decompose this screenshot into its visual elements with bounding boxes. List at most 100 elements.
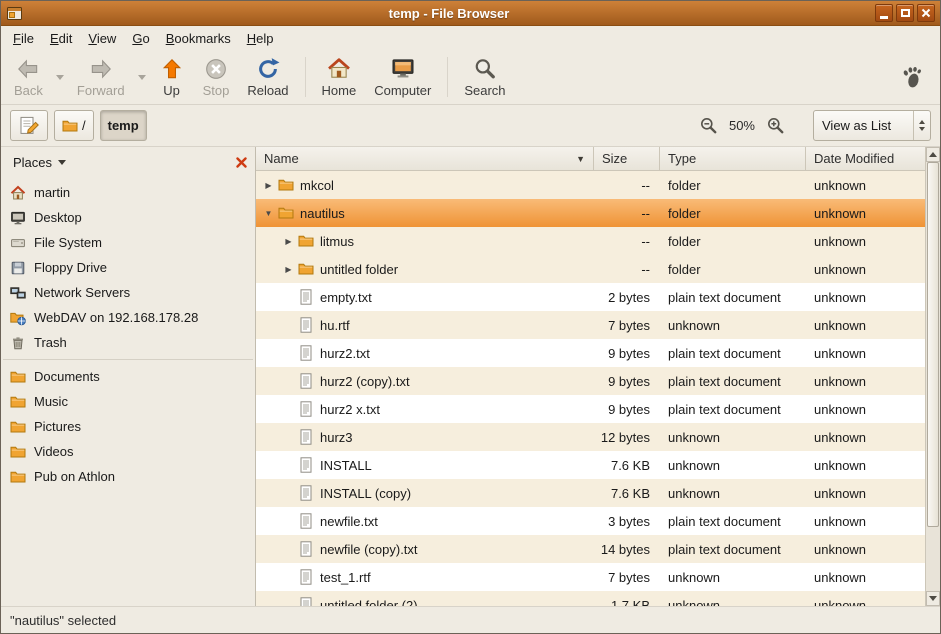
reload-button[interactable]: Reload	[238, 54, 297, 100]
scrollbar-track[interactable]	[926, 162, 940, 591]
vertical-scrollbar[interactable]	[925, 147, 940, 606]
sidebar-item-trash[interactable]: Trash	[1, 330, 255, 355]
file-row-hurz2-txt[interactable]: hurz2.txt9 bytesplain text documentunkno…	[256, 339, 925, 367]
menu-bar: FileEditViewGoBookmarksHelp	[1, 26, 940, 50]
menu-item-edit[interactable]: Edit	[42, 28, 80, 49]
back-label: Back	[14, 83, 43, 98]
sidebar-item-desktop[interactable]: Desktop	[1, 205, 255, 230]
back-button[interactable]: Back	[5, 54, 52, 100]
sidebar-item-music[interactable]: Music	[1, 389, 255, 414]
file-row-install-copy[interactable]: INSTALL (copy)7.6 KBunknownunknown	[256, 479, 925, 507]
minimize-button[interactable]	[875, 4, 893, 22]
sidebar-item-label: Floppy Drive	[34, 260, 107, 275]
current-folder-label: temp	[108, 118, 139, 133]
scrollbar-thumb[interactable]	[927, 162, 939, 527]
text-file-icon	[298, 485, 314, 501]
file-row-hu-rtf[interactable]: hu.rtf7 bytesunknownunknown	[256, 311, 925, 339]
titlebar[interactable]: temp - File Browser	[1, 1, 940, 26]
file-row-hurz2-x-txt[interactable]: hurz2 x.txt9 bytesplain text documentunk…	[256, 395, 925, 423]
maximize-button[interactable]	[896, 4, 914, 22]
search-button[interactable]: Search	[455, 54, 514, 100]
menu-item-help[interactable]: Help	[239, 28, 282, 49]
scroll-down-button[interactable]	[926, 591, 940, 606]
column-headers: Name▼SizeTypeDate Modified	[256, 147, 925, 171]
sidebar-item-pub-on-athlon[interactable]: Pub on Athlon	[1, 464, 255, 489]
view-mode-spinner[interactable]	[913, 111, 930, 140]
expander-expanded-icon[interactable]: ▼	[261, 209, 276, 218]
folder-icon	[10, 419, 26, 435]
close-button[interactable]	[917, 4, 935, 22]
sidebar-item-martin[interactable]: martin	[1, 180, 255, 205]
menu-item-bookmarks[interactable]: Bookmarks	[158, 28, 239, 49]
zoom-out-button[interactable]	[697, 114, 721, 138]
places-selector[interactable]: Places	[9, 153, 70, 172]
sidebar-item-file-system[interactable]: File System	[1, 230, 255, 255]
zoom-in-button[interactable]	[763, 114, 787, 138]
expander-collapsed-icon[interactable]: ▶	[281, 237, 296, 246]
reload-icon	[255, 56, 281, 82]
file-row-litmus[interactable]: ▶litmus--folderunknown	[256, 227, 925, 255]
file-row-newfile-copy-txt[interactable]: newfile (copy).txt14 bytesplain text doc…	[256, 535, 925, 563]
scroll-up-button[interactable]	[926, 147, 940, 162]
sidebar-item-webdav-on-192-168-178-28[interactable]: WebDAV on 192.168.178.28	[1, 305, 255, 330]
sidebar-item-floppy-drive[interactable]: Floppy Drive	[1, 255, 255, 280]
current-folder-button[interactable]: temp	[100, 110, 147, 141]
column-header-size[interactable]: Size	[594, 147, 660, 171]
up-button[interactable]: Up	[150, 54, 194, 100]
forward-dropdown-arrow[interactable]	[134, 75, 150, 80]
sidebar-item-documents[interactable]: Documents	[1, 364, 255, 389]
column-header-date-modified[interactable]: Date Modified	[806, 147, 925, 171]
file-name: test_1.rtf	[320, 570, 371, 585]
file-row-mkcol[interactable]: ▶mkcol--folderunknown	[256, 171, 925, 199]
root-folder-button[interactable]: /	[54, 110, 94, 141]
file-row-test-1-rtf[interactable]: test_1.rtf7 bytesunknownunknown	[256, 563, 925, 591]
desktop-icon	[10, 210, 26, 226]
folder-icon	[278, 177, 294, 193]
search-icon	[472, 56, 498, 82]
text-file-icon	[298, 513, 314, 529]
sidebar-item-label: Documents	[34, 369, 100, 384]
column-header-name[interactable]: Name▼	[256, 147, 594, 171]
expander-collapsed-icon[interactable]: ▶	[281, 265, 296, 274]
home-button[interactable]: Home	[313, 54, 366, 100]
sidebar-item-network-servers[interactable]: Network Servers	[1, 280, 255, 305]
menu-item-file[interactable]: File	[5, 28, 42, 49]
text-file-icon	[298, 429, 314, 445]
sidebar-item-label: File System	[34, 235, 102, 250]
up-label: Up	[163, 83, 180, 98]
root-folder-label: /	[82, 118, 86, 133]
computer-button[interactable]: Computer	[365, 54, 440, 100]
forward-button[interactable]: Forward	[68, 54, 134, 100]
sidebar-item-pictures[interactable]: Pictures	[1, 414, 255, 439]
expander-collapsed-icon[interactable]: ▶	[261, 181, 276, 190]
file-row-untitled-folder[interactable]: ▶untitled folder--folderunknown	[256, 255, 925, 283]
file-row-newfile-txt[interactable]: newfile.txt3 bytesplain text documentunk…	[256, 507, 925, 535]
text-file-icon	[298, 541, 314, 557]
view-mode-select[interactable]: View as List	[813, 110, 931, 141]
sidebar-item-label: Network Servers	[34, 285, 130, 300]
menu-item-view[interactable]: View	[80, 28, 124, 49]
forward-label: Forward	[77, 83, 125, 98]
arrow-down-icon	[929, 596, 937, 601]
toolbar: Back Forward Up StopReload HomeComputer Searc…	[1, 50, 940, 105]
sidebar-item-label: Pub on Athlon	[34, 469, 115, 484]
text-file-icon	[298, 317, 314, 333]
toolbar-separator	[305, 57, 306, 97]
edit-location-button[interactable]	[10, 110, 48, 141]
sidebar-item-videos[interactable]: Videos	[1, 439, 255, 464]
folder-icon	[278, 205, 294, 221]
sidebar-item-label: WebDAV on 192.168.178.28	[34, 310, 198, 325]
file-row-nautilus[interactable]: ▼nautilus--folderunknown	[256, 199, 925, 227]
forward-icon	[88, 56, 114, 82]
file-row-hurz3[interactable]: hurz312 bytesunknownunknown	[256, 423, 925, 451]
file-row-untitled-folder-2[interactable]: untitled folder (2)1.7 KBunknownunknown	[256, 591, 925, 606]
drive-icon	[10, 235, 26, 251]
back-dropdown-arrow[interactable]	[52, 75, 68, 80]
sidebar-close-button[interactable]	[236, 157, 247, 168]
file-row-hurz2-copy-txt[interactable]: hurz2 (copy).txt9 bytesplain text docume…	[256, 367, 925, 395]
column-header-type[interactable]: Type	[660, 147, 806, 171]
file-row-install[interactable]: INSTALL7.6 KBunknownunknown	[256, 451, 925, 479]
menu-item-go[interactable]: Go	[124, 28, 157, 49]
stop-button[interactable]: Stop	[194, 54, 239, 100]
file-row-empty-txt[interactable]: empty.txt2 bytesplain text documentunkno…	[256, 283, 925, 311]
